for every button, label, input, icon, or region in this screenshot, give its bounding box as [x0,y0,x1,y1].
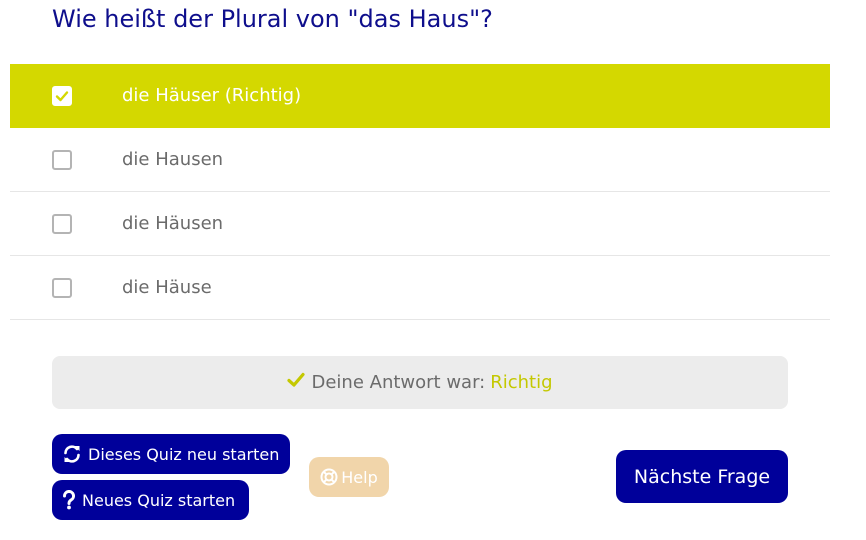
next-question-button[interactable]: Nächste Frage [616,450,788,503]
question-icon [62,490,76,510]
checkmark-icon [55,90,69,101]
restart-quiz-button[interactable]: Dieses Quiz neu starten [52,434,290,474]
quiz-page: Wie heißt der Plural von "das Haus"? die… [0,0,866,540]
restart-quiz-label: Dieses Quiz neu starten [88,444,280,464]
answer-label: die Häusen [122,213,224,234]
question-title: Wie heißt der Plural von "das Haus"? [52,5,493,33]
answer-option[interactable]: die Häuse [10,256,830,320]
result-prefix: Deine Antwort war: [311,372,486,393]
checkbox-unchecked[interactable] [52,149,72,170]
checkbox-unchecked[interactable] [52,277,72,298]
new-quiz-button[interactable]: Neues Quiz starten [52,480,249,520]
help-label: Help [341,467,378,487]
lifebuoy-icon [320,468,338,486]
answer-label: die Häuser (Richtig) [122,85,302,106]
checkbox-unchecked[interactable] [52,213,72,234]
answer-label: die Hausen [122,149,224,170]
answer-option[interactable]: die Hausen [10,128,830,192]
result-feedback: Deine Antwort war: Richtig [52,356,788,409]
result-value: Richtig [490,372,553,393]
checkbox-checked[interactable] [52,85,72,106]
answer-label: die Häuse [122,277,212,298]
refresh-icon [62,444,82,464]
next-question-label: Nächste Frage [633,465,771,488]
answer-option[interactable]: die Häuser (Richtig) [10,64,830,128]
check-icon [287,372,306,393]
help-button[interactable]: Help [309,457,389,497]
answer-option[interactable]: die Häusen [10,192,830,256]
answer-list: die Häuser (Richtig) die Hausen die Häus… [10,64,830,320]
new-quiz-label: Neues Quiz starten [82,490,236,510]
